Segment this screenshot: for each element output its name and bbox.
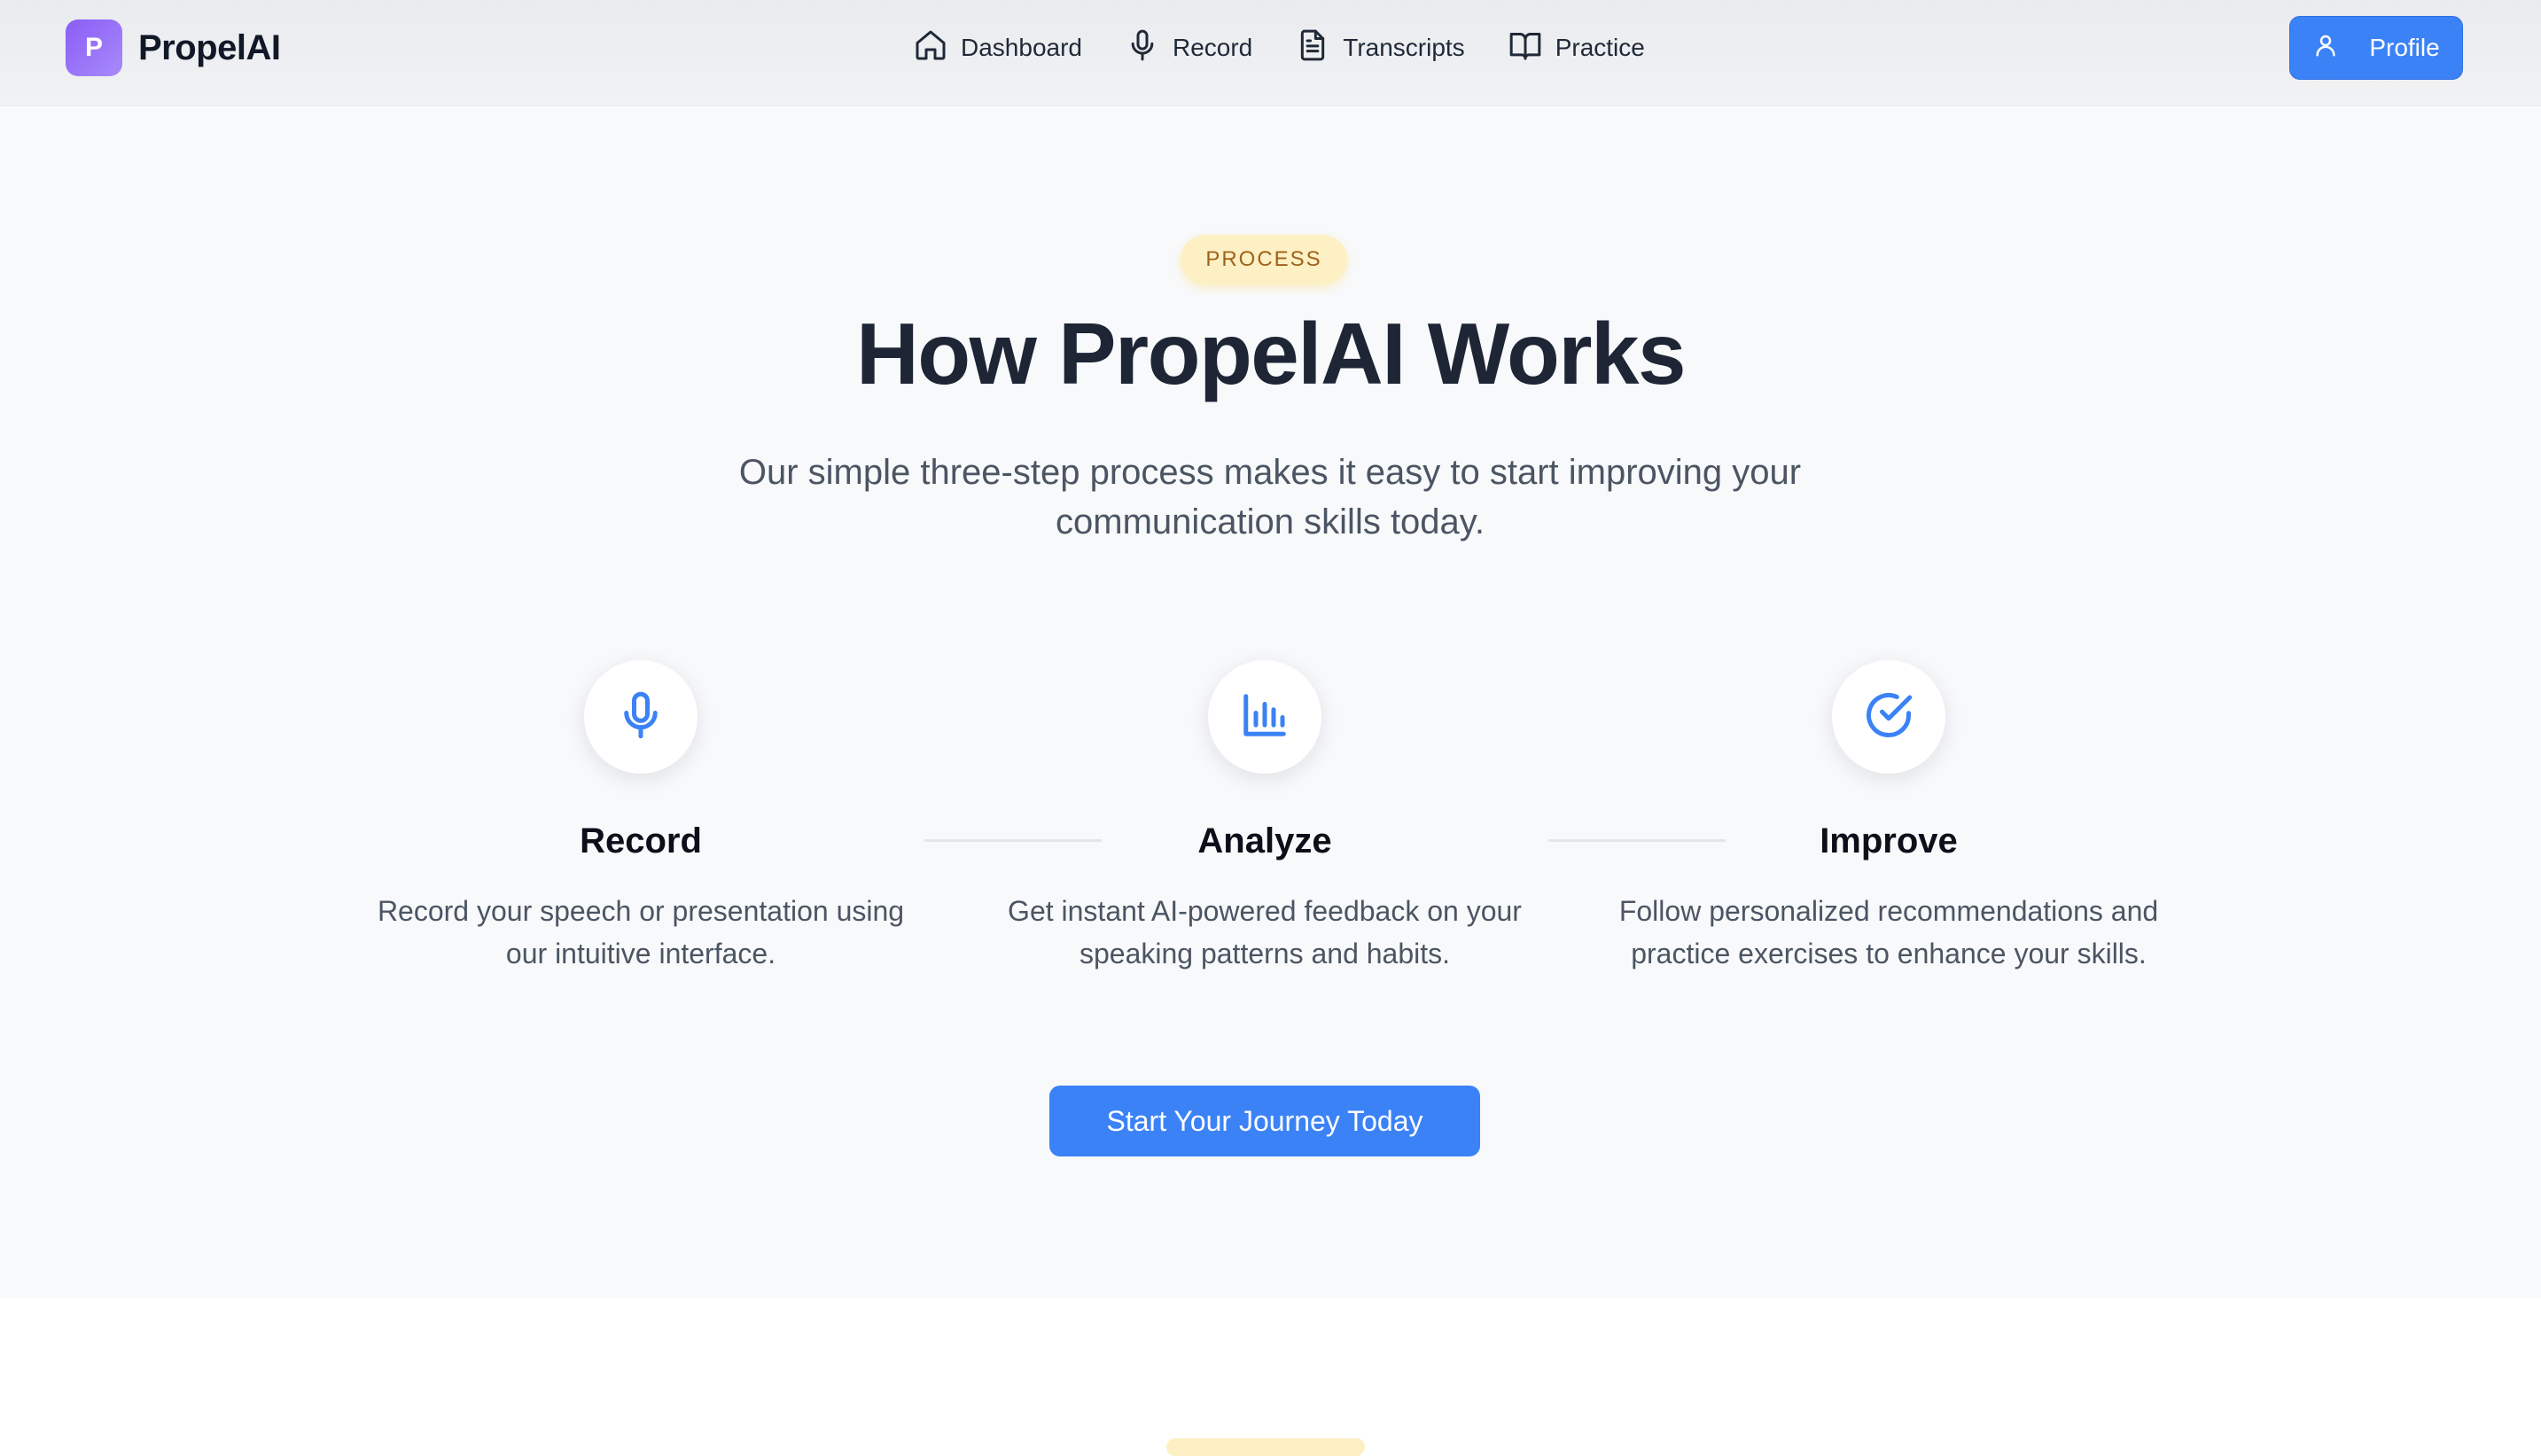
step-description: Follow personalized recommendations and …: [1618, 895, 2159, 969]
brand-name: PropelAI: [138, 27, 281, 67]
profile-button-label: Profile: [2369, 34, 2440, 61]
step-record: Record Record your speech or presentatio…: [366, 660, 916, 975]
book-open-icon: [1508, 27, 1555, 69]
nav-item-label: Record: [1172, 34, 1253, 61]
main-nav: Dashboard Record Transcripts Practice: [913, 27, 1645, 69]
step-icon-circle: [584, 660, 698, 774]
step-title: Analyze: [1197, 821, 1332, 860]
top-navbar: P PropelAI Dashboard Record Transcripts …: [0, 0, 2541, 106]
nav-item-practice[interactable]: Practice: [1508, 27, 1645, 69]
step-title: Improve: [1820, 821, 1958, 860]
microphone-icon: [614, 689, 667, 746]
bar-chart-icon: [1238, 689, 1291, 746]
home-icon: [913, 27, 961, 69]
profile-button[interactable]: Profile: [2289, 16, 2463, 80]
step-icon-circle: [1832, 660, 1945, 774]
nav-item-label: Dashboard: [961, 34, 1082, 61]
section-subtitle: Our simple three-step process makes it e…: [738, 453, 1802, 541]
nav-item-dashboard[interactable]: Dashboard: [913, 27, 1082, 69]
check-circle-icon: [1862, 689, 1915, 746]
section-title: How PropelAI Works: [855, 305, 1687, 402]
nav-item-label: Practice: [1555, 34, 1645, 61]
user-icon: [2312, 32, 2369, 65]
next-section-badge: [1166, 1438, 1365, 1456]
step-analyze: Analyze Get instant AI-powered feedback …: [990, 660, 1539, 975]
next-section: [0, 1298, 2541, 1456]
microphone-icon: [1125, 27, 1173, 69]
step-description: Get instant AI-powered feedback on your …: [1008, 895, 1522, 969]
document-icon: [1295, 27, 1343, 69]
nav-item-transcripts[interactable]: Transcripts: [1295, 27, 1465, 69]
section-badge: PROCESS: [1181, 235, 1347, 284]
nav-item-label: Transcripts: [1343, 34, 1465, 61]
brand-logo: P: [66, 19, 122, 76]
step-description: Record your speech or presentation using…: [377, 895, 905, 969]
step-icon-circle: [1208, 660, 1321, 774]
nav-item-record[interactable]: Record: [1125, 27, 1252, 69]
step-improve: Improve Follow personalized recommendati…: [1614, 660, 2163, 975]
how-it-works-section: PROCESS How PropelAI Works Our simple th…: [0, 107, 2541, 1298]
brand[interactable]: P PropelAI: [66, 19, 281, 76]
step-title: Record: [580, 821, 702, 860]
start-journey-button[interactable]: Start Your Journey Today: [1049, 1086, 1480, 1156]
